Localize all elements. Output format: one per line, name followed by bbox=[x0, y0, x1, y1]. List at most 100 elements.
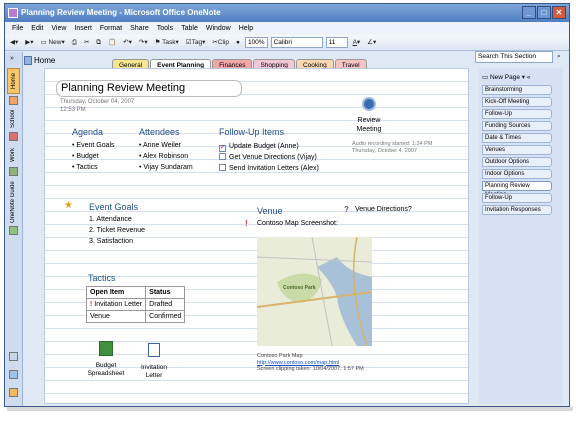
table-cell[interactable]: Venue bbox=[85, 310, 147, 323]
forward-button[interactable]: ▶▾ bbox=[23, 37, 35, 49]
followup-item[interactable]: Get Venue Directions (Vijay) bbox=[219, 152, 317, 163]
audio-record-icon[interactable]: ● bbox=[234, 37, 242, 49]
standard-toolbar: ◀▾ ▶▾ ▭ New▾ ⎙ ✂ ⧉ 📋 ↶▾ ↷▾ ⚑ Task▾ ☑Tag▾… bbox=[5, 35, 569, 51]
quick-notes-icon[interactable] bbox=[9, 388, 18, 397]
undo-button[interactable]: ↶▾ bbox=[121, 37, 134, 49]
menu-table[interactable]: Table bbox=[177, 22, 202, 35]
window-title: Planning Review Meeting - Microsoft Offi… bbox=[21, 8, 221, 17]
notebook-tab-work[interactable]: Work bbox=[7, 145, 20, 165]
tag-button[interactable]: ☑Tag▾ bbox=[184, 37, 208, 49]
notebook-guide-icon bbox=[9, 226, 18, 235]
menu-tools[interactable]: Tools bbox=[153, 22, 177, 35]
page-tab[interactable]: Date & Times bbox=[482, 133, 552, 143]
notebook-home-icon bbox=[9, 96, 18, 105]
checkbox-icon[interactable] bbox=[219, 153, 226, 160]
task-button[interactable]: ⚑ Task▾ bbox=[153, 37, 181, 49]
unfiled-notes-icon[interactable] bbox=[9, 352, 18, 361]
page-tab[interactable]: Follow-Up bbox=[482, 109, 552, 119]
paste-icon[interactable]: 📋 bbox=[106, 37, 118, 49]
menu-format[interactable]: Format bbox=[96, 22, 126, 35]
page-tab[interactable]: Indoor Options bbox=[482, 169, 552, 179]
venue-heading: Venue bbox=[257, 206, 283, 216]
page-tab[interactable]: Planning Review Meeting bbox=[482, 181, 552, 198]
venue-directions: Venue Directions? bbox=[355, 206, 412, 213]
followup-item-text: Get Venue Directions (Vijay) bbox=[229, 154, 317, 161]
menu-insert[interactable]: Insert bbox=[70, 22, 96, 35]
notebook-tab-school[interactable]: School bbox=[7, 108, 20, 130]
question-icon: ? bbox=[344, 205, 349, 214]
page-tab[interactable]: Invitation Responses bbox=[482, 205, 552, 215]
list-item: Alex Robinson bbox=[139, 151, 193, 162]
tactics-table[interactable]: Open Item Status ! Invitation Letter Dra… bbox=[85, 286, 186, 323]
table-row[interactable]: ! Invitation Letter Drafted bbox=[85, 298, 186, 311]
zoom-select[interactable]: 100% bbox=[244, 37, 268, 48]
minimize-button[interactable]: _ bbox=[522, 6, 536, 19]
notebook-work-icon bbox=[9, 167, 18, 176]
page-tab[interactable]: Follow-Up bbox=[482, 193, 552, 203]
page-time-text: 12:53 PM bbox=[60, 107, 86, 113]
menu-edit[interactable]: Edit bbox=[27, 22, 47, 35]
menu-window[interactable]: Window bbox=[202, 22, 235, 35]
highlight-button[interactable]: ∠▾ bbox=[365, 37, 378, 49]
print-icon[interactable]: ⎙ bbox=[70, 37, 79, 49]
collapse-icon[interactable]: » bbox=[8, 53, 16, 65]
menu-share[interactable]: Share bbox=[126, 22, 153, 35]
menu-view[interactable]: View bbox=[47, 22, 70, 35]
close-button[interactable]: ✕ bbox=[552, 6, 566, 19]
menu-help[interactable]: Help bbox=[235, 22, 257, 35]
clip-button[interactable]: ✂Clip bbox=[210, 37, 231, 49]
document-file-icon[interactable] bbox=[148, 343, 160, 357]
audio-recording-icon[interactable] bbox=[362, 97, 376, 111]
page-tab[interactable]: Brainstorming bbox=[482, 85, 552, 95]
maximize-button[interactable]: □ bbox=[537, 6, 551, 19]
recording-started: Audio recording started: 1:34 PM bbox=[352, 141, 433, 147]
table-cell-text: Invitation Letter bbox=[94, 301, 143, 308]
table-cell[interactable]: Confirmed bbox=[145, 310, 186, 323]
followup-item[interactable]: Send Invitation Letters (Alex) bbox=[219, 163, 319, 174]
list-item: Budget bbox=[72, 151, 115, 162]
redo-button[interactable]: ↷▾ bbox=[137, 37, 150, 49]
font-select[interactable]: Calibri bbox=[270, 37, 323, 48]
all-notebooks-icon[interactable] bbox=[9, 370, 18, 379]
back-button[interactable]: ◀▾ bbox=[8, 37, 20, 49]
star-icon: ★ bbox=[64, 200, 73, 211]
task-label: Task bbox=[162, 38, 176, 46]
new-page-label: New Page bbox=[489, 74, 520, 81]
page-tab[interactable]: Funding Sources bbox=[482, 121, 552, 131]
page-title[interactable]: Planning Review Meeting bbox=[56, 80, 242, 97]
attachment-budget-label[interactable]: Budget Spreadsheet bbox=[84, 362, 128, 378]
new-page-button[interactable]: ▭ New Page ▾ « bbox=[482, 73, 530, 81]
page-tab[interactable]: Outdoor Options bbox=[482, 157, 552, 167]
map-graphic bbox=[257, 237, 372, 346]
page-tab[interactable]: Venues bbox=[482, 145, 552, 155]
new-button[interactable]: ▭ New▾ bbox=[39, 37, 67, 49]
tactics-heading: Tactics bbox=[88, 273, 116, 283]
font-color-button[interactable]: A▾ bbox=[351, 37, 363, 49]
checked-checkbox-icon[interactable]: ✓ bbox=[219, 145, 226, 152]
notebook-tab-home[interactable]: Home bbox=[7, 68, 20, 94]
table-row[interactable]: Venue Confirmed bbox=[85, 310, 186, 323]
page-tab[interactable]: Kick-Off Meeting bbox=[482, 97, 552, 107]
search-input[interactable]: Search This Section bbox=[475, 51, 553, 63]
font-size-select[interactable]: 11 bbox=[325, 37, 348, 48]
recording-info: Audio recording started: 1:34 PM Thursda… bbox=[352, 141, 432, 155]
list-item: 2. Ticket Revenue bbox=[89, 227, 146, 234]
spreadsheet-file-icon[interactable] bbox=[99, 341, 113, 356]
important-icon: ! bbox=[245, 219, 248, 228]
map-screenshot[interactable]: Contoso Park bbox=[257, 237, 372, 346]
cut-icon[interactable]: ✂ bbox=[82, 37, 91, 49]
notebook-tab-onenote-guide[interactable]: OneNote Guide bbox=[7, 180, 20, 224]
followup-item-text: Send Invitation Letters (Alex) bbox=[229, 165, 319, 172]
menu-file[interactable]: File bbox=[8, 22, 27, 35]
recording-label[interactable]: Review Meeting bbox=[345, 116, 393, 134]
copy-icon[interactable]: ⧉ bbox=[94, 37, 103, 49]
notebook-icon bbox=[24, 56, 32, 65]
table-cell[interactable]: ! Invitation Letter bbox=[85, 298, 147, 311]
menu-bar: File Edit View Insert Format Share Tools… bbox=[5, 22, 569, 35]
search-icon[interactable]: ⌕ bbox=[555, 51, 563, 63]
checkbox-icon[interactable] bbox=[219, 164, 226, 171]
table-cell[interactable]: Drafted bbox=[145, 298, 186, 311]
followup-item[interactable]: ✓ Update Budget (Anne) bbox=[219, 141, 299, 152]
attachment-letter-label[interactable]: Invitation Letter bbox=[134, 364, 174, 380]
notebook-name: Home bbox=[34, 56, 56, 65]
